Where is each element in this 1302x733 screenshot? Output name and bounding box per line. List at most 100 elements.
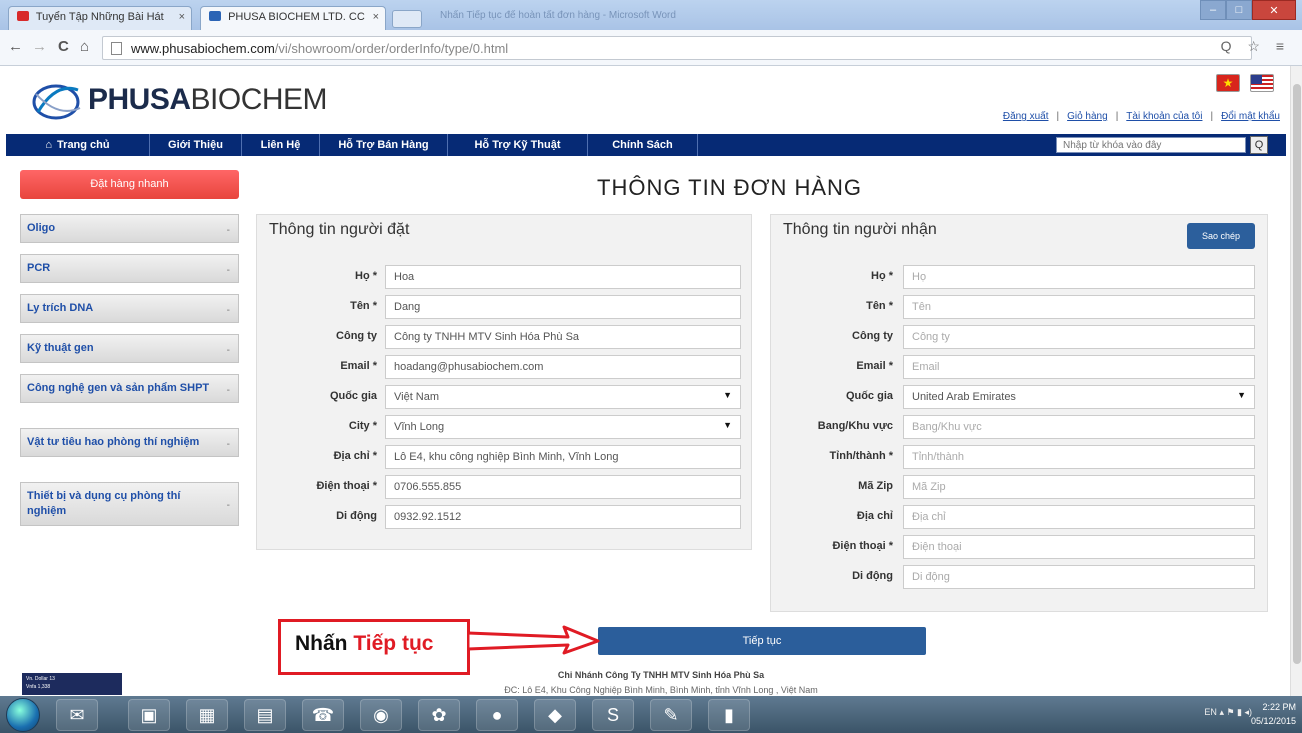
mail-app-icon[interactable]: ✉	[56, 699, 98, 731]
paint-icon[interactable]: ✎	[650, 699, 692, 731]
word-icon[interactable]: ▤	[244, 699, 286, 731]
maximize-icon[interactable]: □	[1226, 0, 1252, 20]
dropdown-arrow-icon: ▼	[723, 420, 732, 430]
vietnam-flag-icon[interactable]: ★	[1216, 74, 1240, 92]
recipient-company-field[interactable]: Công ty	[903, 325, 1255, 349]
unikey-icon[interactable]: ✿	[418, 699, 460, 731]
taskbar: ✉ ▣ ▦ ▤ ☎ ◉ ✿ ● ◆ S ✎ ▮ EN ▴ ⚑ ▮ ◂) 2:22…	[0, 696, 1302, 733]
url-path: /vi/showroom/order/orderInfo/type/0.html	[274, 41, 509, 56]
close-window-icon[interactable]: ✕	[1252, 0, 1296, 20]
window-controls: – □ ✕	[1200, 0, 1296, 20]
firefox-icon[interactable]: ●	[476, 699, 518, 731]
tab-close-icon[interactable]: ×	[373, 11, 379, 23]
chevron-icon: -	[226, 264, 230, 276]
orderer-city-select[interactable]: Vĩnh Long ▼	[385, 415, 741, 439]
system-tray[interactable]: EN ▴ ⚑ ▮ ◂)	[1204, 707, 1252, 718]
background-window-title: Nhấn Tiếp tục để hoàn tất đơn hàng - Mic…	[440, 10, 676, 21]
url-input[interactable]: www.phusabiochem.com/vi/showroom/order/o…	[102, 36, 1252, 60]
recipient-zip-field[interactable]: Mã Zip	[903, 475, 1255, 499]
back-icon[interactable]: ←	[8, 38, 23, 55]
recipient-address-field[interactable]: Địa chỉ	[903, 505, 1255, 529]
orderer-country-select[interactable]: Việt Nam ▼	[385, 385, 741, 409]
sidebar-item-consumables[interactable]: Vật tư tiêu hao phòng thí nghiệm -	[20, 428, 239, 457]
recipient-panel: Thông tin người nhận Sao chép Họ * Họ Tên…	[770, 214, 1268, 612]
tab-close-icon[interactable]: ×	[179, 11, 185, 23]
sidebar-item-pcr[interactable]: PCR -	[20, 254, 239, 283]
orderer-address-field[interactable]: Lô E4, khu công nghiệp Bình Minh, Vĩnh L…	[385, 445, 741, 469]
cart-link[interactable]: Giỏ hàng	[1067, 111, 1108, 122]
taskbar-clock[interactable]: 2:22 PM 05/12/2015	[1251, 700, 1296, 728]
chevron-icon: -	[226, 500, 230, 511]
home-icon: ⌂	[45, 139, 53, 151]
orderer-email-field[interactable]: hoadang@phusabiochem.com	[385, 355, 741, 379]
browser-tab-2[interactable]: PHUSA BIOCHEM LTD. CC ×	[200, 6, 386, 30]
reload-icon[interactable]: C	[58, 38, 69, 55]
orderer-first-name-field[interactable]: Dang	[385, 295, 741, 319]
sidebar-item-gene-tech[interactable]: Kỹ thuật gen -	[20, 334, 239, 363]
language-flags: ★	[1216, 74, 1274, 92]
search-icon[interactable]: Q	[1250, 136, 1268, 154]
sidebar-item-lab-equipment[interactable]: Thiết bị và dụng cụ phòng thí nghiệm -	[20, 482, 239, 526]
copy-button[interactable]: Sao chép	[1187, 223, 1255, 249]
excel-icon[interactable]: ▦	[186, 699, 228, 731]
nav-home[interactable]: ⌂ Trang chủ	[6, 134, 150, 156]
continue-button[interactable]: Tiếp tục	[598, 627, 926, 655]
tab-title: Tuyển Tập Những Bài Hát	[35, 11, 164, 23]
instruction-callout: Nhấn Tiếp tục	[278, 619, 470, 675]
nav-contact[interactable]: Liên Hệ	[242, 134, 320, 156]
chevron-icon: -	[226, 304, 230, 316]
my-account-link[interactable]: Tài khoản của tôi	[1126, 111, 1202, 122]
page-title: THÔNG TIN ĐƠN HÀNG	[597, 175, 863, 200]
start-button-icon[interactable]	[6, 698, 40, 732]
orderer-company-field[interactable]: Công ty TNHH MTV Sinh Hóa Phù Sa	[385, 325, 741, 349]
quick-order-button[interactable]: Đặt hàng nhanh	[20, 170, 239, 199]
page-scrollbar[interactable]	[1290, 66, 1302, 696]
nav-tech-support[interactable]: Hỗ Trợ Kỹ Thuật	[448, 134, 588, 156]
dropdown-arrow-icon: ▼	[1237, 390, 1246, 400]
sidebar-item-gene-products[interactable]: Công nghệ gen và sản phẩm SHPT -	[20, 374, 239, 403]
recipient-email-field[interactable]: Email	[903, 355, 1255, 379]
recipient-mobile-field[interactable]: Di động	[903, 565, 1255, 589]
web-page: PHUSABIOCHEM ★ Đăng xuất | Giỏ hàng | Tài …	[0, 66, 1302, 696]
browser-tabbar: Tuyển Tập Những Bài Hát × PHUSA BIOCHEM …	[0, 0, 1302, 30]
logo-wordmark: PHUSABIOCHEM	[88, 83, 328, 116]
orderer-mobile-field[interactable]: 0932.92.1512	[385, 505, 741, 529]
orderer-last-name-field[interactable]: Hoa	[385, 265, 741, 289]
recipient-province-field[interactable]: Tỉnh/thành	[903, 445, 1255, 469]
chrome-icon[interactable]: ◉	[360, 699, 402, 731]
sidebar-item-oligo[interactable]: Oligo -	[20, 214, 239, 243]
scrollbar-thumb[interactable]	[1293, 84, 1301, 664]
page-icon	[111, 42, 122, 55]
viber-icon[interactable]: ☎	[302, 699, 344, 731]
nav-sales-support[interactable]: Hỗ Trợ Bán Hàng	[320, 134, 448, 156]
folder-app-icon[interactable]: ◆	[534, 699, 576, 731]
recipient-first-name-field[interactable]: Tên	[903, 295, 1255, 319]
recipient-country-select[interactable]: United Arab Emirates ▼	[903, 385, 1255, 409]
recipient-state-field[interactable]: Bang/Khu vực	[903, 415, 1255, 439]
browser-menu-icons[interactable]: Q ☆ ≡	[1221, 38, 1290, 55]
orderer-panel: Thông tin người đặt Họ * Hoa Tên * Dang Cô…	[256, 214, 752, 550]
explorer-folder-icon[interactable]: ▮	[708, 699, 750, 731]
us-flag-icon[interactable]	[1250, 74, 1274, 92]
powerpoint-icon[interactable]: ▣	[128, 699, 170, 731]
orderer-phone-field[interactable]: 0706.555.855	[385, 475, 741, 499]
sidebar-item-dna-extraction[interactable]: Ly trích DNA -	[20, 294, 239, 323]
change-password-link[interactable]: Đổi mật khẩu	[1221, 111, 1280, 122]
nav-policy[interactable]: Chính Sách	[588, 134, 698, 156]
chevron-icon: -	[226, 224, 230, 236]
site-logo[interactable]: PHUSABIOCHEM	[30, 78, 328, 122]
address-bar-row: ← → C ⌂ www.phusabiochem.com/vi/showroom…	[0, 30, 1302, 66]
recipient-phone-field[interactable]: Điện thoại	[903, 535, 1255, 559]
url-domain: www.phusabiochem.com	[131, 41, 275, 56]
skype-icon[interactable]: S	[592, 699, 634, 731]
home-icon[interactable]: ⌂	[80, 38, 89, 55]
browser-tab-1[interactable]: Tuyển Tập Những Bài Hát ×	[8, 6, 192, 30]
site-search-input[interactable]	[1056, 137, 1246, 153]
forward-icon[interactable]: →	[32, 38, 47, 55]
minimize-icon[interactable]: –	[1200, 0, 1226, 20]
logout-link[interactable]: Đăng xuất	[1003, 111, 1049, 122]
dropdown-arrow-icon: ▼	[723, 390, 732, 400]
recipient-last-name-field[interactable]: Họ	[903, 265, 1255, 289]
nav-about[interactable]: Giới Thiệu	[150, 134, 242, 156]
new-tab-button[interactable]	[392, 10, 422, 28]
